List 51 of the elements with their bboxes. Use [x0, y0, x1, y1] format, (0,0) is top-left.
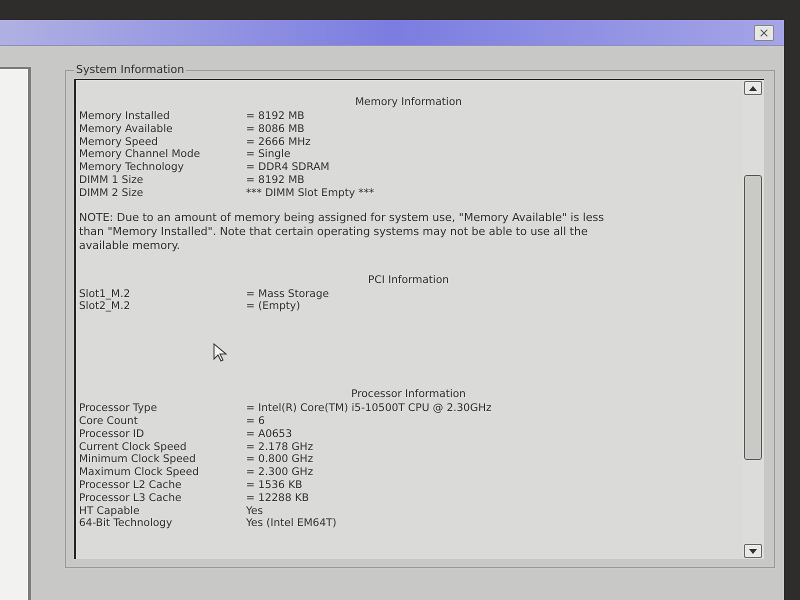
field-label: Memory Available	[79, 122, 173, 136]
section-heading: Processor Information	[351, 387, 466, 402]
field-label: 64-Bit Technology	[79, 517, 172, 530]
field-label: Memory Channel Mode	[79, 148, 200, 162]
field-value: = (Empty)	[246, 300, 300, 314]
field-label: Processor ID	[79, 428, 144, 441]
field-value: = Single	[246, 148, 290, 162]
field-label: Slot1_M.2	[79, 288, 130, 300]
field-label: Memory Speed	[79, 136, 158, 148]
down-arrow-icon	[749, 548, 757, 554]
close-button[interactable]	[754, 24, 774, 40]
field-label: Processor Type	[79, 402, 158, 415]
field-label: Processor L2 Cache	[79, 478, 182, 492]
field-value: *** DIMM Slot Empty ***	[246, 186, 374, 200]
field-label: Memory Installed	[79, 110, 170, 123]
section-heading: Memory Information	[355, 95, 462, 109]
field-label: Slot2_M.2	[79, 300, 130, 314]
field-value: = 2666 MHz	[246, 136, 311, 148]
field-value: = 8086 MB	[246, 122, 304, 136]
field-label: Current Clock Speed	[79, 440, 187, 454]
field-label: Maximum Clock Speed	[79, 466, 199, 479]
group-title: System Information	[74, 63, 186, 77]
field-value: = A0653	[246, 428, 292, 441]
field-value: = 2.178 GHz	[246, 440, 314, 454]
field-value: = DDR4 SDRAM	[246, 161, 330, 174]
field-label: DIMM 2 Size	[79, 186, 144, 200]
field-value: = 8192 MB	[246, 174, 304, 187]
field-value: = 0.800 GHz	[246, 453, 314, 466]
close-icon	[758, 26, 770, 38]
scrollbar-thumb[interactable]	[744, 175, 762, 460]
field-value: Yes	[246, 504, 263, 518]
section-heading: PCI Information	[368, 272, 449, 287]
field-value: Yes (Intel EM64T)	[246, 517, 337, 530]
up-arrow-icon	[749, 86, 757, 90]
field-value: = Mass Storage	[246, 288, 329, 300]
field-label: Memory Technology	[79, 161, 184, 174]
field-label: Minimum Clock Speed	[79, 453, 196, 466]
field-label: DIMM 1 Size	[79, 174, 144, 187]
field-label: Processor L3 Cache	[79, 492, 182, 505]
field-value: = 6	[246, 414, 265, 428]
field-value: = 1536 KB	[246, 478, 302, 492]
field-value: = 12288 KB	[246, 492, 309, 505]
field-value: = 2.300 GHz	[246, 466, 314, 479]
scroll-down-button[interactable]	[744, 544, 762, 558]
field-label: Core Count	[79, 414, 138, 428]
scroll-up-button[interactable]	[744, 81, 762, 95]
field-label: HT Capable	[79, 504, 140, 518]
field-value: = Intel(R) Core(TM) i5-10500T CPU @ 2.30GHz	[246, 402, 492, 415]
field-value: = 8192 MB	[246, 110, 304, 123]
mouse-pointer-icon	[213, 343, 227, 362]
note-text: NOTE: Due to an amount of memory being assigned for system use, "Memory Available" is less than "Memory Installed". Note that certain operating systems may not be able to use all the available memory.	[79, 210, 605, 253]
